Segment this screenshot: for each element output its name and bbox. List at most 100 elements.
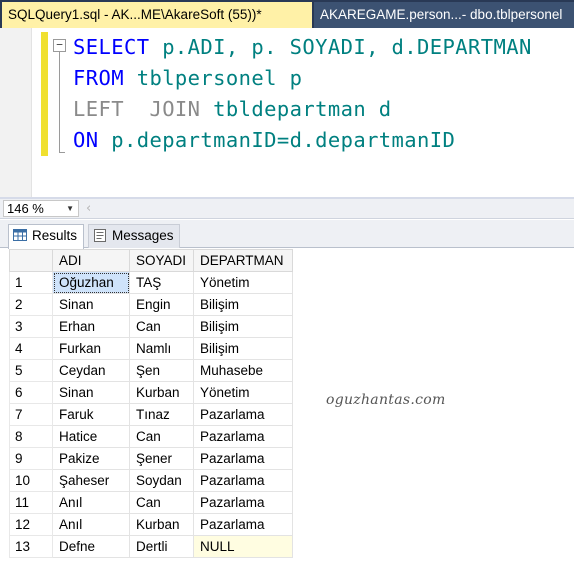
cell-adi[interactable]: Faruk	[52, 403, 130, 426]
sql-text: p.ADI, p. SOYADI, d.DEPARTMAN	[149, 35, 532, 59]
zoom-value: 146 %	[7, 201, 44, 216]
collapse-outline-icon[interactable]: −	[53, 39, 66, 52]
cell-soyadi[interactable]: Can	[129, 491, 194, 514]
row-number[interactable]: 2	[9, 293, 53, 316]
table-row[interactable]: 7 Faruk Tınaz Pazarlama	[9, 403, 293, 426]
cell-adi[interactable]: Oğuzhan	[52, 271, 130, 294]
column-header-soyadi[interactable]: SOYADI	[129, 249, 194, 272]
table-row[interactable]: 13 Defne Dertli NULL	[9, 535, 293, 558]
row-number[interactable]: 11	[9, 491, 53, 514]
row-number[interactable]: 13	[9, 535, 53, 558]
sql-text: p.departmanID=d.departmanID	[98, 128, 456, 152]
sql-line-2: FROM tblpersonel p	[73, 66, 302, 90]
tab-messages-label: Messages	[112, 228, 174, 243]
cell-departman[interactable]: Pazarlama	[193, 403, 293, 426]
cell-adi[interactable]: Erhan	[52, 315, 130, 338]
cell-soyadi[interactable]: Tınaz	[129, 403, 194, 426]
results-grid: ADI SOYADI DEPARTMAN 1 Oğuzhan TAŞ Yönetim 2…	[9, 249, 293, 558]
tab-results-label: Results	[32, 228, 78, 243]
sql-keyword: FROM	[73, 66, 124, 90]
cell-soyadi[interactable]: Can	[129, 425, 194, 448]
table-row[interactable]: 4 Furkan Namlı Bilişim	[9, 337, 293, 360]
zoom-dropdown[interactable]: 146 % ▼	[3, 200, 79, 217]
watermark: oguzhantas.com	[326, 392, 446, 408]
chevron-down-icon[interactable]: ▼	[66, 201, 74, 216]
document-tab-strip: SQLQuery1.sql - AK...ME\AkareSoft (55))*…	[0, 0, 574, 28]
table-row[interactable]: 10 Şaheser Soydan Pazarlama	[9, 469, 293, 492]
table-row[interactable]: 5 Ceydan Şen Muhasebe	[9, 359, 293, 382]
cell-soyadi[interactable]: Namlı	[129, 337, 194, 360]
row-number[interactable]: 6	[9, 381, 53, 404]
table-row[interactable]: 9 Pakize Şener Pazarlama	[9, 447, 293, 470]
cell-adi[interactable]: Şaheser	[52, 469, 130, 492]
column-header-departman[interactable]: DEPARTMAN	[193, 249, 293, 272]
cell-soyadi[interactable]: TAŞ	[129, 271, 194, 294]
row-number[interactable]: 10	[9, 469, 53, 492]
cell-departman[interactable]: Bilişim	[193, 315, 293, 338]
tab-messages[interactable]: Messages	[88, 224, 180, 248]
table-row[interactable]: 3 Erhan Can Bilişim	[9, 315, 293, 338]
query-editor[interactable]: − SELECT p.ADI, p. SOYADI, d.DEPARTMAN F…	[0, 28, 574, 197]
sql-text: tblpersonel p	[123, 66, 303, 90]
cell-departman[interactable]: Bilişim	[193, 293, 293, 316]
grid-header-row: ADI SOYADI DEPARTMAN	[9, 249, 293, 272]
cell-soyadi[interactable]: Engin	[129, 293, 194, 316]
cell-departman[interactable]: Pazarlama	[193, 447, 293, 470]
cell-departman[interactable]: Bilişim	[193, 337, 293, 360]
tab-sqlquery1[interactable]: SQLQuery1.sql - AK...ME\AkareSoft (55))*	[2, 2, 312, 28]
cell-adi[interactable]: Furkan	[52, 337, 130, 360]
cell-soyadi[interactable]: Kurban	[129, 513, 194, 536]
cell-adi[interactable]: Ceydan	[52, 359, 130, 382]
sql-line-3: LEFT JOIN tbldepartman d	[73, 97, 392, 121]
row-number[interactable]: 9	[9, 447, 53, 470]
row-number[interactable]: 1	[9, 271, 53, 294]
sql-line-4: ON p.departmanID=d.departmanID	[73, 128, 455, 152]
cell-departman[interactable]: Pazarlama	[193, 491, 293, 514]
cell-adi[interactable]: Hatice	[52, 425, 130, 448]
row-number[interactable]: 8	[9, 425, 53, 448]
column-header-adi[interactable]: ADI	[52, 249, 130, 272]
messages-icon	[94, 228, 106, 242]
table-row[interactable]: 1 Oğuzhan TAŞ Yönetim	[9, 271, 293, 294]
table-row[interactable]: 12 Anıl Kurban Pazarlama	[9, 513, 293, 536]
editor-gutter	[0, 28, 32, 197]
row-number[interactable]: 4	[9, 337, 53, 360]
outline-line-end	[59, 152, 65, 153]
cell-adi[interactable]: Anıl	[52, 491, 130, 514]
tab-tblpersonel[interactable]: AKAREGAME.person...- dbo.tblpersonel	[314, 2, 574, 28]
cell-departman[interactable]: NULL	[193, 535, 293, 558]
table-row[interactable]: 11 Anıl Can Pazarlama	[9, 491, 293, 514]
sql-keyword: LEFT JOIN	[73, 97, 201, 121]
cell-adi[interactable]: Sinan	[52, 293, 130, 316]
cell-soyadi[interactable]: Dertli	[129, 535, 194, 558]
grid-icon	[13, 229, 27, 242]
result-tabs: Results Messages	[0, 220, 574, 249]
grid-corner[interactable]	[9, 249, 53, 272]
cell-soyadi[interactable]: Kurban	[129, 381, 194, 404]
scroll-left-arrow-icon[interactable]: ‹	[86, 200, 91, 217]
cell-adi[interactable]: Defne	[52, 535, 130, 558]
cell-soyadi[interactable]: Şen	[129, 359, 194, 382]
cell-adi[interactable]: Pakize	[52, 447, 130, 470]
sql-keyword: ON	[73, 128, 99, 152]
cell-departman[interactable]: Pazarlama	[193, 469, 293, 492]
cell-departman[interactable]: Yönetim	[193, 381, 293, 404]
sql-keyword: SELECT	[73, 35, 150, 59]
row-number[interactable]: 3	[9, 315, 53, 338]
table-row[interactable]: 2 Sinan Engin Bilişim	[9, 293, 293, 316]
tab-results[interactable]: Results	[8, 224, 84, 249]
table-row[interactable]: 8 Hatice Can Pazarlama	[9, 425, 293, 448]
row-number[interactable]: 7	[9, 403, 53, 426]
row-number[interactable]: 12	[9, 513, 53, 536]
cell-adi[interactable]: Sinan	[52, 381, 130, 404]
table-row[interactable]: 6 Sinan Kurban Yönetim	[9, 381, 293, 404]
cell-adi[interactable]: Anıl	[52, 513, 130, 536]
row-number[interactable]: 5	[9, 359, 53, 382]
cell-departman[interactable]: Pazarlama	[193, 513, 293, 536]
cell-soyadi[interactable]: Soydan	[129, 469, 194, 492]
cell-departman[interactable]: Muhasebe	[193, 359, 293, 382]
cell-soyadi[interactable]: Can	[129, 315, 194, 338]
cell-departman[interactable]: Pazarlama	[193, 425, 293, 448]
cell-soyadi[interactable]: Şener	[129, 447, 194, 470]
cell-departman[interactable]: Yönetim	[193, 271, 293, 294]
